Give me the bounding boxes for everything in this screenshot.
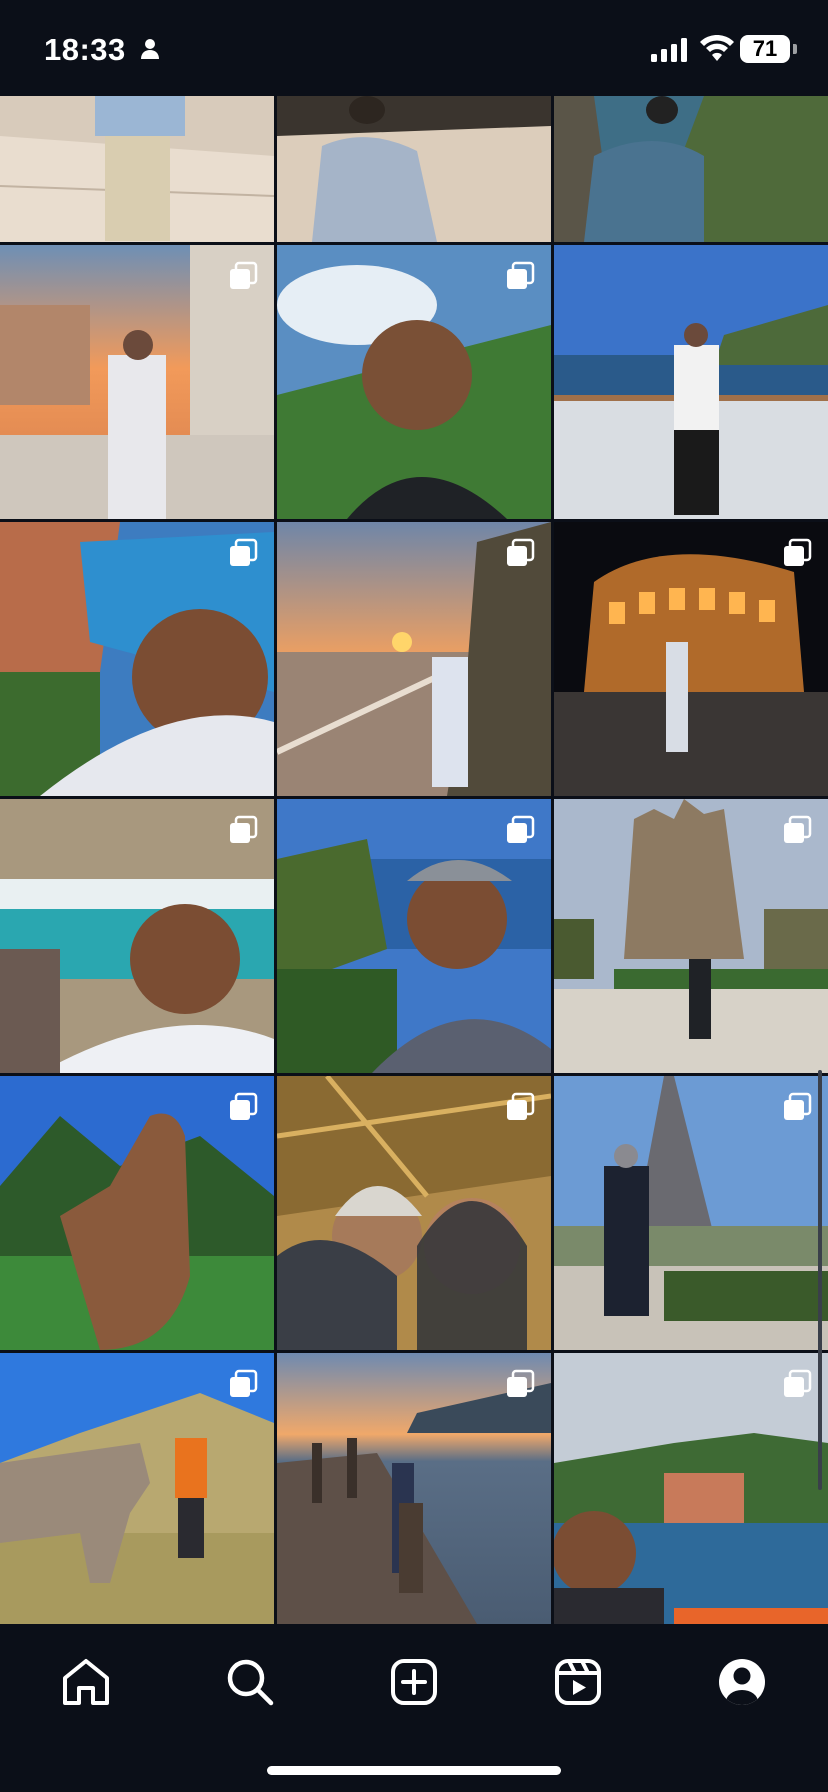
multi-photo-icon xyxy=(784,815,812,843)
multi-photo-icon xyxy=(230,1092,258,1120)
photo-tile[interactable] xyxy=(0,1076,274,1350)
search-icon xyxy=(227,1659,274,1706)
multi-photo-icon xyxy=(784,1369,812,1397)
plus-square-icon xyxy=(391,1659,437,1705)
photo-tile[interactable] xyxy=(554,1076,828,1350)
photo-tile[interactable] xyxy=(277,522,551,796)
multi-photo-icon xyxy=(507,1092,535,1120)
multi-photo-icon xyxy=(507,815,535,843)
multi-photo-icon xyxy=(230,1369,258,1397)
wifi-icon xyxy=(700,35,734,61)
multi-photo-icon xyxy=(507,538,535,566)
photo-tile[interactable] xyxy=(554,522,828,796)
battery-cap xyxy=(793,44,797,54)
photo-tile[interactable] xyxy=(554,245,828,519)
tab-home[interactable] xyxy=(54,1650,118,1714)
multi-photo-icon xyxy=(507,1369,535,1397)
photo-grid[interactable] xyxy=(0,96,828,1624)
status-time: 18:33 xyxy=(44,32,126,67)
photo-tile[interactable] xyxy=(0,799,274,1073)
photo-tile[interactable] xyxy=(277,1076,551,1350)
photo-tile[interactable] xyxy=(0,96,274,242)
photo-tile[interactable] xyxy=(554,799,828,1073)
photo-marble-hall-standing xyxy=(0,96,274,242)
signal-icon xyxy=(651,38,687,62)
multi-photo-icon xyxy=(230,538,258,566)
multi-photo-icon xyxy=(784,1092,812,1120)
tab-search[interactable] xyxy=(218,1650,282,1714)
status-bar: 18:33 71 xyxy=(0,0,828,96)
photo-marble-hall-back xyxy=(277,96,551,242)
photo-tile[interactable] xyxy=(277,799,551,1073)
photo-tile[interactable] xyxy=(277,96,551,242)
photo-tile[interactable] xyxy=(0,522,274,796)
tab-profile[interactable] xyxy=(710,1650,774,1714)
profile-icon xyxy=(719,1659,765,1705)
home-indicator xyxy=(267,1766,561,1775)
photo-cliff-sea xyxy=(554,96,828,242)
photo-tile[interactable] xyxy=(277,1353,551,1624)
scrollbar[interactable] xyxy=(818,1070,822,1490)
photo-tile[interactable] xyxy=(277,245,551,519)
person-icon xyxy=(141,39,159,59)
tab-create[interactable] xyxy=(382,1650,446,1714)
photo-tile[interactable] xyxy=(554,96,828,242)
home-icon xyxy=(63,1659,109,1705)
reels-icon xyxy=(555,1659,601,1705)
photo-tile[interactable] xyxy=(0,245,274,519)
multi-photo-icon xyxy=(230,815,258,843)
multi-photo-icon xyxy=(230,261,258,289)
multi-photo-icon xyxy=(507,261,535,289)
multi-photo-icon xyxy=(784,538,812,566)
photo-monaco-harbor xyxy=(554,245,828,519)
photo-tile[interactable] xyxy=(554,1353,828,1624)
photo-tile[interactable] xyxy=(0,1353,274,1624)
tab-reels[interactable] xyxy=(546,1650,610,1714)
battery-indicator: 71 xyxy=(740,35,790,63)
